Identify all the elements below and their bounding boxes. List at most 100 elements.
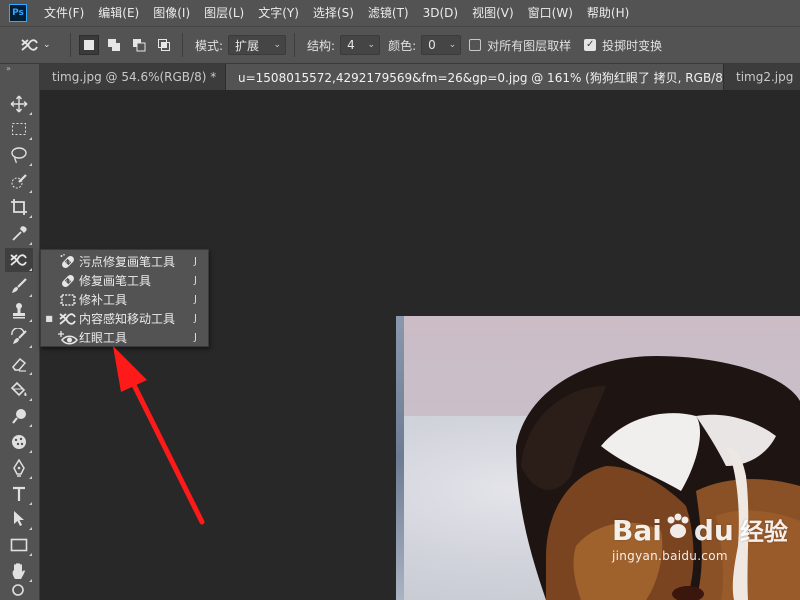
healing-brush-icon <box>57 272 79 290</box>
separator <box>70 33 71 57</box>
mode-select[interactable]: 扩展 ⌄ <box>228 35 287 55</box>
content-aware-move-icon <box>10 254 27 266</box>
tool-group-indicator <box>29 372 32 375</box>
subtract-selection-icon <box>133 39 146 52</box>
clone-stamp-tool[interactable] <box>5 299 33 323</box>
flyout-item-healing-brush[interactable]: 修复画笔工具 J <box>41 271 208 290</box>
shortcut-key: J <box>194 275 197 286</box>
transform-on-drop-checkbox[interactable]: ✓ <box>584 39 597 51</box>
shortcut-key: J <box>194 256 197 267</box>
hand-tool[interactable] <box>5 559 33 583</box>
type-icon <box>13 486 25 501</box>
watermark-logo-text: Bai <box>612 514 662 547</box>
flyout-item-spot-healing-brush[interactable]: 污点修复画笔工具 J <box>41 252 208 271</box>
selected-bullet: ■ <box>45 314 53 323</box>
move-tool[interactable] <box>5 92 33 116</box>
healing-tool[interactable] <box>5 248 33 272</box>
menu-edit[interactable]: 编辑(E) <box>91 0 146 26</box>
tool-group-indicator <box>29 294 32 297</box>
separator <box>182 33 183 57</box>
watermark-url: jingyan.baidu.com <box>612 549 728 563</box>
shortcut-key: J <box>194 332 197 343</box>
menu-select[interactable]: 选择(S) <box>306 0 361 26</box>
structure-select[interactable]: 4 ⌄ <box>340 35 381 55</box>
eyedropper-tool[interactable] <box>5 222 33 246</box>
marquee-tool[interactable] <box>5 117 33 141</box>
zoom-tool[interactable] <box>5 583 33 597</box>
rectangle-icon <box>10 538 28 552</box>
tool-group-indicator <box>29 424 32 427</box>
path-selection-icon <box>14 511 24 526</box>
separator <box>294 33 296 57</box>
flyout-item-label: 污点修复画笔工具 <box>79 255 176 269</box>
flyout-item-patch[interactable]: 修补工具 J <box>41 290 208 309</box>
flyout-item-label: 修复画笔工具 <box>79 274 152 288</box>
tool-group-indicator <box>29 553 32 556</box>
tool-group-indicator <box>29 112 32 115</box>
photoshop-logo: Ps <box>9 4 27 22</box>
dodge-tool[interactable] <box>5 404 33 428</box>
tab-timg2[interactable]: timg2.jpg <box>724 64 800 90</box>
tool-preset-picker[interactable]: ⌄ <box>20 37 62 53</box>
menu-window[interactable]: 窗口(W) <box>521 0 580 26</box>
shortcut-key: J <box>194 313 197 324</box>
type-tool[interactable] <box>5 482 33 506</box>
tool-group-indicator <box>29 137 32 140</box>
new-selection-button[interactable] <box>79 35 99 55</box>
flyout-item-red-eye[interactable]: 红眼工具 J <box>41 328 208 347</box>
menu-3d[interactable]: 3D(D) <box>416 0 465 26</box>
pen-tool[interactable] <box>5 456 33 480</box>
structure-label: 结构: <box>307 38 336 53</box>
eraser-tool[interactable] <box>5 352 33 376</box>
menu-type[interactable]: 文字(Y) <box>251 0 306 26</box>
shortcut-key: J <box>194 294 197 305</box>
tool-group-indicator <box>29 398 32 401</box>
tab-timg[interactable]: timg.jpg @ 54.6%(RGB/8) * × <box>40 64 235 90</box>
healing-tools-flyout: 污点修复画笔工具 J 修复画笔工具 J 修补工具 J ■ 内容感知移动工具 J … <box>40 249 209 347</box>
flyout-item-content-aware-move[interactable]: ■ 内容感知移动工具 J <box>41 309 208 328</box>
tab-dog-photo[interactable]: u=1508015572,4292179569&fm=26&gp=0.jpg @… <box>226 64 757 90</box>
menu-file[interactable]: 文件(F) <box>37 0 91 26</box>
options-bar: ⌄ 模式: 扩展 ⌄ 结构: 4 ⌄ 颜色: 0 ⌄ 对所有图层取样 ✓ 投掷时… <box>0 26 800 64</box>
flyout-item-label: 修补工具 <box>79 293 128 307</box>
tool-group-indicator <box>29 268 32 271</box>
color-select[interactable]: 0 ⌄ <box>421 35 462 55</box>
transform-on-drop-label: 投掷时变换 <box>602 38 663 53</box>
sample-all-layers-label: 对所有图层取样 <box>487 38 572 53</box>
sponge-icon <box>12 435 26 449</box>
menu-view[interactable]: 视图(V) <box>465 0 521 26</box>
sample-all-layers-checkbox[interactable] <box>469 39 482 51</box>
chevron-down-icon: ⌄ <box>43 40 51 50</box>
chevron-down-icon: ⌄ <box>448 40 457 50</box>
add-to-selection-button[interactable] <box>104 35 124 55</box>
mode-label: 模式: <box>195 38 224 53</box>
color-label: 颜色: <box>388 38 417 53</box>
menu-image[interactable]: 图像(I) <box>146 0 197 26</box>
color-value: 0 <box>428 38 436 52</box>
tab-title: u=1508015572,4292179569&fm=26&gp=0.jpg @… <box>238 70 738 85</box>
intersect-selection-button[interactable] <box>154 35 174 55</box>
menu-layer[interactable]: 图层(L) <box>197 0 251 26</box>
brush-tool[interactable] <box>5 274 33 298</box>
add-selection-icon <box>108 39 120 51</box>
quick-selection-tool[interactable] <box>5 170 33 194</box>
crop-tool[interactable] <box>5 195 33 219</box>
tool-group-indicator <box>29 450 32 453</box>
history-brush-tool[interactable] <box>5 325 33 349</box>
toolbox-collapse-icon[interactable]: » <box>0 64 39 74</box>
watermark-logo: Bai du 经验 <box>612 512 792 547</box>
document-tab-bar: timg.jpg @ 54.6%(RGB/8) * × u=1508015572… <box>40 64 800 90</box>
path-selection-tool[interactable] <box>5 507 33 531</box>
subtract-from-selection-button[interactable] <box>129 35 149 55</box>
watermark-logo-tail: du <box>693 514 734 547</box>
move-icon <box>10 95 28 113</box>
tool-group-indicator <box>29 163 32 166</box>
sponge-tool[interactable] <box>5 430 33 454</box>
pen-icon <box>13 459 25 477</box>
baidu-watermark: Bai du 经验 jingyan.baidu.com <box>612 512 792 582</box>
menu-help[interactable]: 帮助(H) <box>580 0 636 26</box>
menu-filter[interactable]: 滤镜(T) <box>361 0 416 26</box>
shape-tool[interactable] <box>5 533 33 557</box>
paint-bucket-tool[interactable] <box>5 378 33 402</box>
lasso-tool[interactable] <box>5 143 33 167</box>
